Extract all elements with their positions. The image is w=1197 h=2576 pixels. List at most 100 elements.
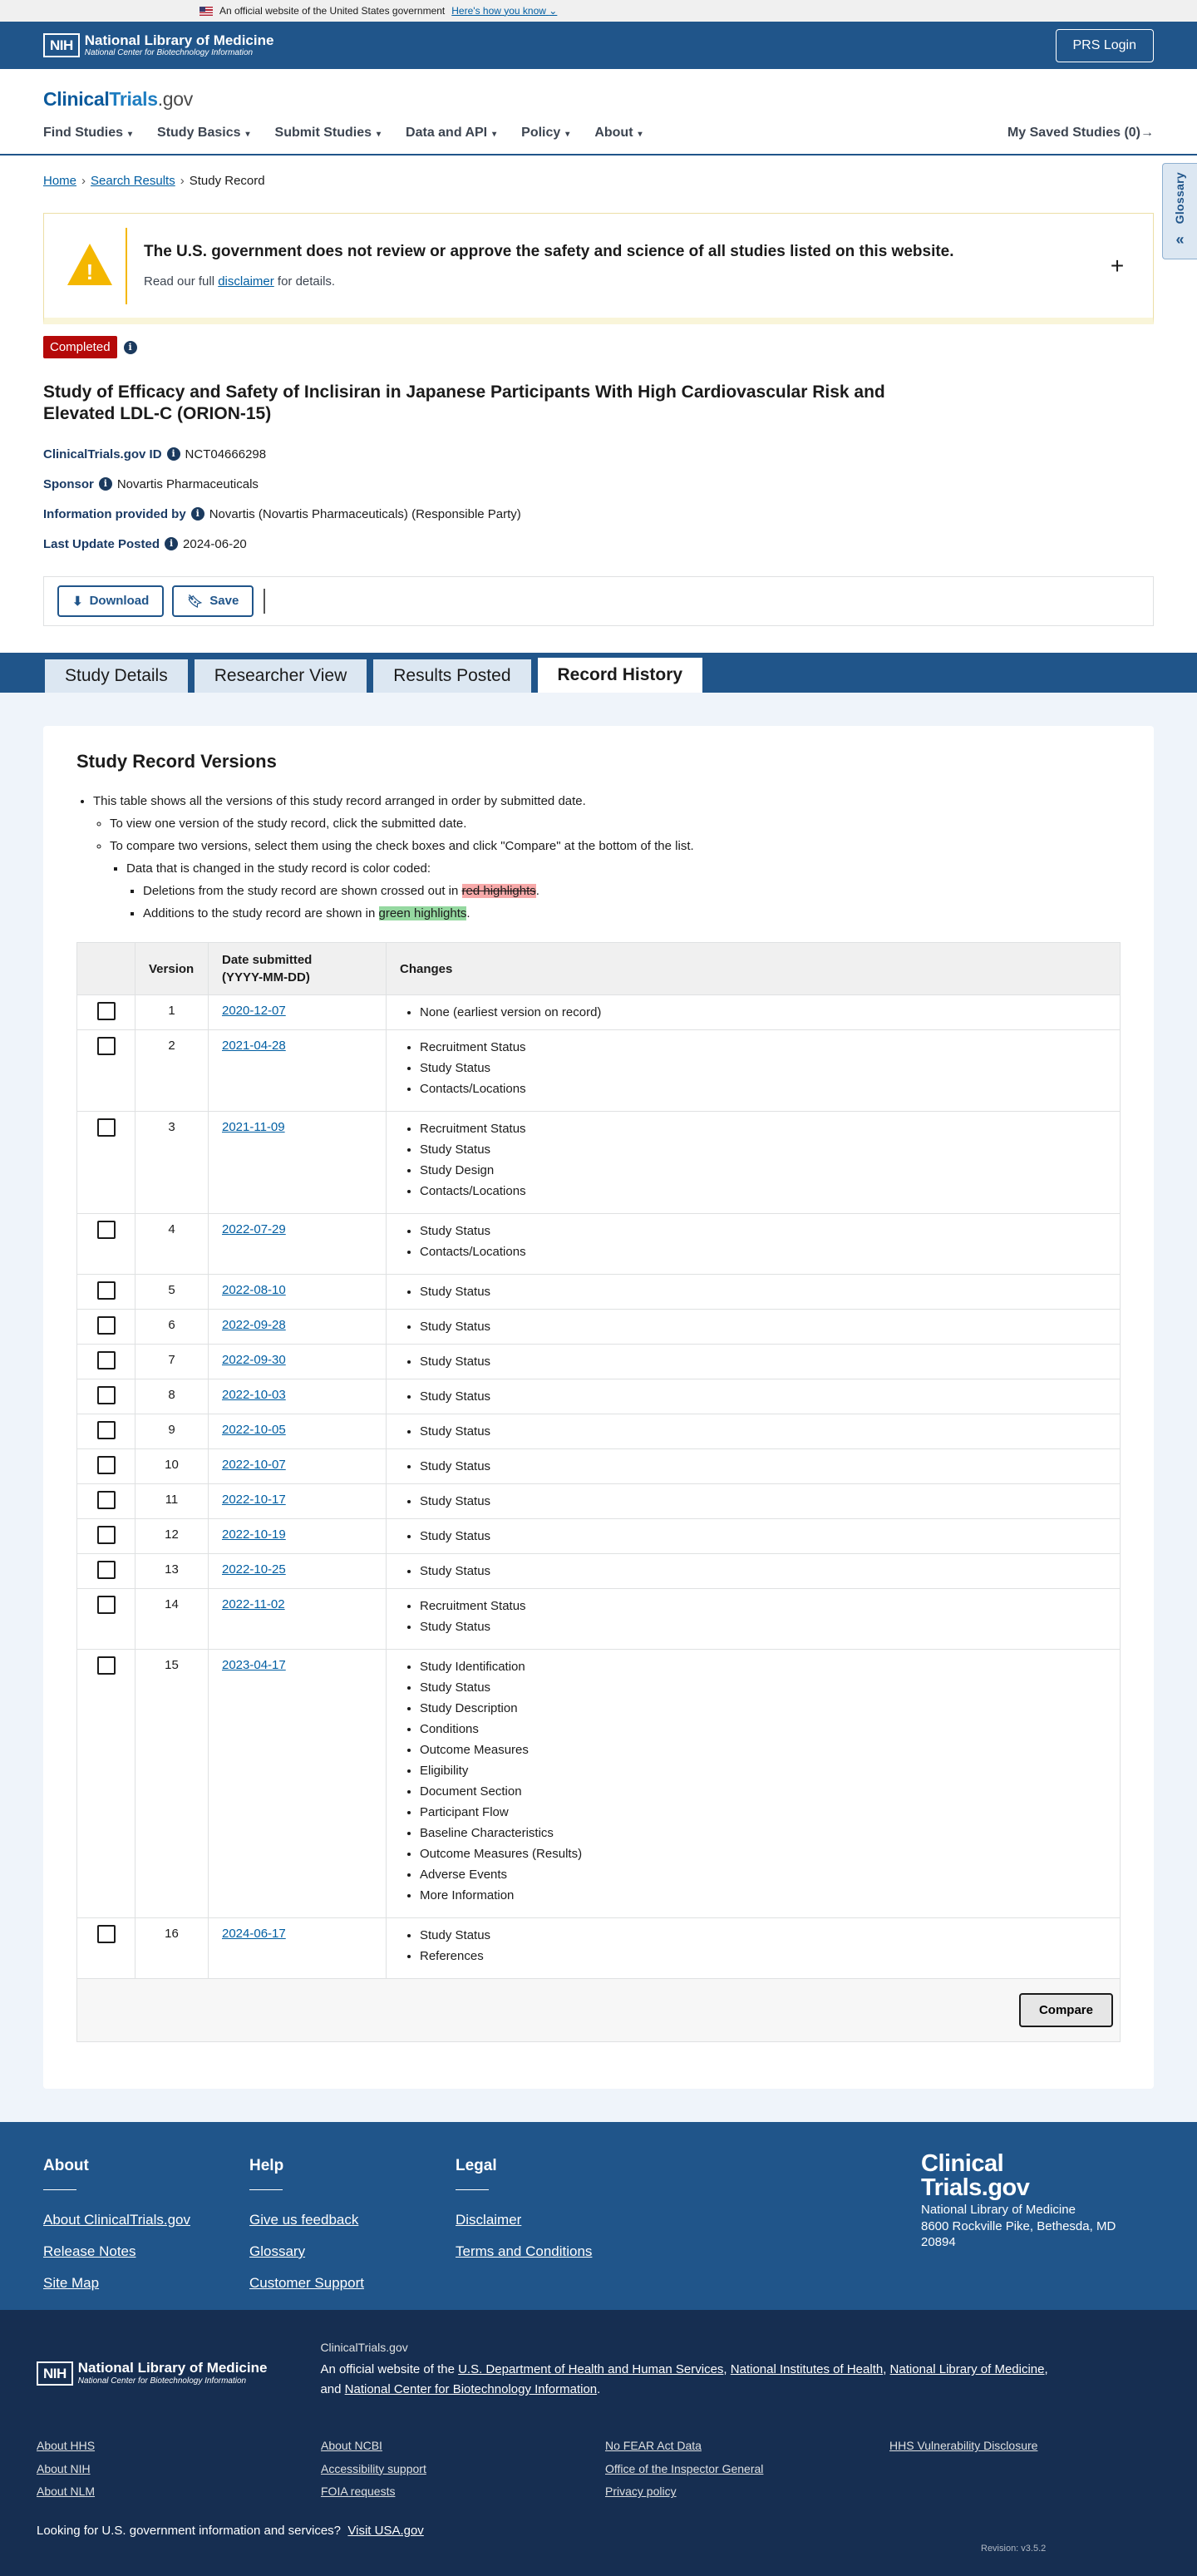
info-icon[interactable]: i — [190, 507, 204, 521]
version-date-link[interactable]: 2022-11-02 — [222, 1597, 285, 1611]
link-ncbi[interactable]: National Center for Biotechnology Inform… — [345, 2382, 598, 2396]
glossary-toggle[interactable]: Glossary « — [1162, 163, 1197, 259]
footer-link-site-map[interactable]: Site Map — [43, 2273, 249, 2293]
footer-help: Help Give us feedback Glossary Customer … — [249, 2155, 456, 2310]
footer-gov-link[interactable]: Accessibility support — [321, 2461, 605, 2478]
info-icon[interactable]: i — [165, 537, 179, 551]
version-checkbox[interactable] — [96, 1526, 116, 1545]
us-flag-icon — [200, 6, 213, 16]
version-checkbox[interactable] — [96, 1491, 116, 1510]
change-item: More Information — [420, 1885, 1106, 1906]
version-checkbox[interactable] — [96, 1421, 116, 1440]
version-date-link[interactable]: 2022-10-07 — [222, 1458, 286, 1472]
footer-gov-link[interactable]: About HHS — [37, 2438, 321, 2455]
tab-study-details[interactable]: Study Details — [43, 657, 190, 693]
version-checkbox[interactable] — [96, 1386, 116, 1405]
changes-list: Study Status — [400, 1421, 1106, 1442]
changes-list: Recruitment StatusStudy Status — [400, 1596, 1106, 1637]
version-date-link[interactable]: 2022-07-29 — [222, 1222, 286, 1236]
version-date-link[interactable]: 2024-06-17 — [222, 1927, 286, 1941]
save-button[interactable]: 🔖︎ Save — [172, 585, 254, 617]
nlm-logo[interactable]: NIH National Library of Medicine Nationa… — [43, 32, 273, 57]
version-date-link[interactable]: 2023-04-17 — [222, 1658, 286, 1672]
version-checkbox[interactable] — [96, 1281, 116, 1300]
version-checkbox[interactable] — [96, 1351, 116, 1370]
version-date-link[interactable]: 2022-10-03 — [222, 1388, 286, 1402]
clinicaltrials-logo[interactable]: ClinicalTrials.gov — [43, 86, 1154, 112]
version-checkbox[interactable] — [96, 1596, 116, 1615]
breadcrumb-search-results[interactable]: Search Results — [91, 174, 175, 188]
prs-login-button[interactable]: PRS Login — [1055, 28, 1154, 62]
footer-link-support[interactable]: Customer Support — [249, 2273, 456, 2293]
study-actions: ⬇ Download 🔖︎ Save — [43, 575, 1154, 626]
footer-link-terms[interactable]: Terms and Conditions — [456, 2242, 662, 2262]
footer-gov-link[interactable]: About NCBI — [321, 2438, 605, 2455]
link-hhs[interactable]: U.S. Department of Health and Human Serv… — [458, 2362, 723, 2376]
my-saved-studies-link[interactable]: My Saved Studies (0)→ — [1007, 124, 1154, 142]
footer-nlm-logo[interactable]: NIH National Library of Medicine Nationa… — [37, 2347, 267, 2400]
nav-submit-studies[interactable]: Submit Studies ▾ — [275, 124, 381, 142]
expand-plus-icon[interactable]: + — [1105, 249, 1130, 282]
changes-list: Study Status — [400, 1316, 1106, 1337]
nav-policy[interactable]: Policy ▾ — [521, 124, 569, 142]
version-date-link[interactable]: 2020-12-07 — [222, 1004, 286, 1018]
record-history-section: Study Record Versions This table shows a… — [0, 692, 1197, 2123]
footer-link-about-ct[interactable]: About ClinicalTrials.gov — [43, 2210, 249, 2230]
footer-gov-link[interactable]: About NIH — [37, 2461, 321, 2478]
info-icon[interactable]: i — [123, 340, 137, 354]
version-date-link[interactable]: 2022-10-05 — [222, 1423, 286, 1437]
footer-link-release-notes[interactable]: Release Notes — [43, 2242, 249, 2262]
link-nih[interactable]: National Institutes of Health — [731, 2362, 883, 2376]
version-date-link[interactable]: 2021-04-28 — [222, 1039, 286, 1053]
footer-gov-link[interactable]: HHS Vulnerability Disclosure — [889, 2438, 1139, 2455]
footer-link-disclaimer[interactable]: Disclaimer — [456, 2210, 662, 2230]
heres-how-you-know-link[interactable]: Here's how you know ⌄ — [451, 4, 557, 18]
version-date-link[interactable]: 2022-10-17 — [222, 1493, 286, 1507]
version-checkbox[interactable] — [96, 1221, 116, 1240]
footer-gov-link[interactable]: About NLM — [37, 2484, 321, 2500]
version-checkbox[interactable] — [96, 1656, 116, 1675]
change-item: Study Status — [420, 1351, 1106, 1372]
footer-gov-link[interactable]: Office of the Inspector General — [605, 2461, 889, 2478]
tab-record-history[interactable]: Record History — [535, 655, 705, 693]
footer-gov-link[interactable]: FOIA requests — [321, 2484, 605, 2500]
version-date-link[interactable]: 2022-09-28 — [222, 1318, 286, 1332]
change-item: Contacts/Locations — [420, 1078, 1106, 1099]
version-checkbox[interactable] — [96, 1456, 116, 1475]
version-date-link[interactable]: 2021-11-09 — [222, 1120, 285, 1134]
version-checkbox[interactable] — [96, 1118, 116, 1137]
version-date-link[interactable]: 2022-10-25 — [222, 1562, 286, 1577]
version-checkbox[interactable] — [96, 1002, 116, 1021]
changes-list: Study Status — [400, 1491, 1106, 1512]
download-button[interactable]: ⬇ Download — [57, 585, 165, 617]
site-footer: About About ClinicalTrials.gov Release N… — [0, 2122, 1197, 2311]
link-nlm[interactable]: National Library of Medicine — [890, 2362, 1045, 2376]
footer-link-feedback[interactable]: Give us feedback — [249, 2210, 456, 2230]
visit-usa-gov-link[interactable]: Visit USA.gov — [347, 2524, 423, 2538]
footer-gov-link[interactable]: No FEAR Act Data — [605, 2438, 889, 2455]
col-changes: Changes — [386, 942, 1121, 996]
tab-researcher-view[interactable]: Researcher View — [192, 657, 369, 693]
breadcrumb-home[interactable]: Home — [43, 174, 76, 188]
info-icon[interactable]: i — [98, 477, 112, 491]
tab-results-posted[interactable]: Results Posted — [372, 657, 533, 693]
version-checkbox[interactable] — [96, 1561, 116, 1580]
gov-banner-text: An official website of the United States… — [219, 4, 446, 17]
version-date-link[interactable]: 2022-09-30 — [222, 1353, 286, 1367]
versions-card: Study Record Versions This table shows a… — [43, 725, 1154, 2090]
nav-find-studies[interactable]: Find Studies ▾ — [43, 124, 132, 142]
nav-about[interactable]: About ▾ — [594, 124, 642, 142]
version-date-link[interactable]: 2022-10-19 — [222, 1527, 286, 1542]
footer-gov-link[interactable]: Privacy policy — [605, 2484, 889, 2500]
info-icon[interactable]: i — [166, 447, 180, 461]
disclaimer-link[interactable]: disclaimer — [218, 274, 274, 289]
compare-button[interactable]: Compare — [1018, 1993, 1113, 2028]
nav-data-and-api[interactable]: Data and API ▾ — [406, 124, 496, 142]
version-checkbox[interactable] — [96, 1925, 116, 1944]
version-checkbox[interactable] — [96, 1037, 116, 1056]
version-date-link[interactable]: 2022-08-10 — [222, 1283, 286, 1297]
footer-link-glossary[interactable]: Glossary — [249, 2242, 456, 2262]
footer-ct-logo[interactable]: Clinical Trials.gov — [921, 2152, 1162, 2200]
version-checkbox[interactable] — [96, 1316, 116, 1335]
nav-study-basics[interactable]: Study Basics ▾ — [157, 124, 250, 142]
